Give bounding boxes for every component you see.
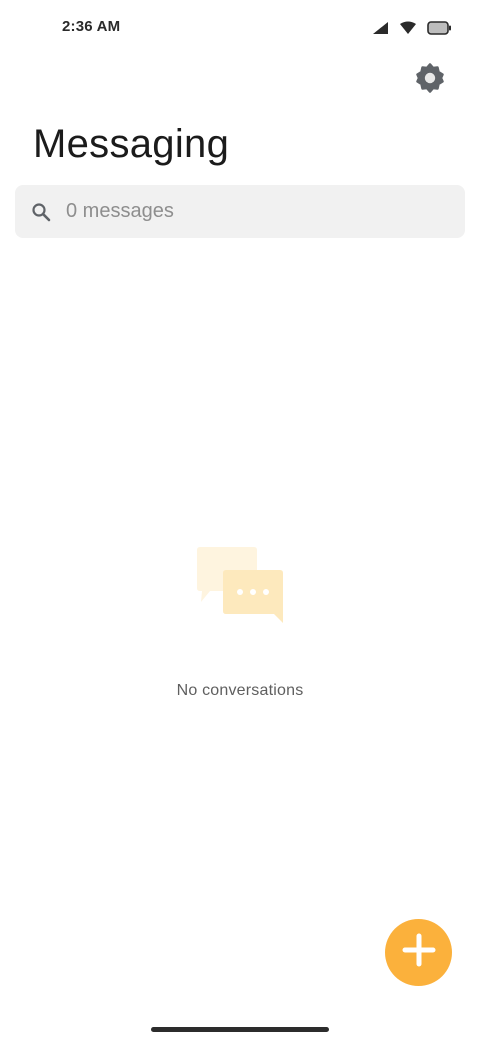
messaging-screen: 2:36 AM Messaging 0 messages No conversa… [0, 0, 480, 1040]
status-time: 2:36 AM [62, 18, 121, 35]
empty-state-message: No conversations [176, 682, 304, 699]
signal-icon [372, 21, 389, 35]
status-bar: 2:36 AM [0, 0, 480, 56]
new-conversation-button[interactable] [385, 919, 452, 986]
settings-gear-icon [415, 62, 445, 98]
settings-button[interactable] [414, 62, 446, 98]
home-indicator[interactable] [151, 1027, 329, 1032]
page-title: Messaging [33, 122, 230, 166]
chat-bubbles-icon [194, 544, 286, 628]
search-bar[interactable] [15, 185, 465, 238]
search-input[interactable] [66, 200, 426, 223]
plus-icon [402, 933, 436, 972]
battery-icon [427, 21, 452, 35]
search-icon [30, 201, 52, 223]
wifi-icon [399, 21, 417, 35]
status-icons [372, 18, 452, 38]
